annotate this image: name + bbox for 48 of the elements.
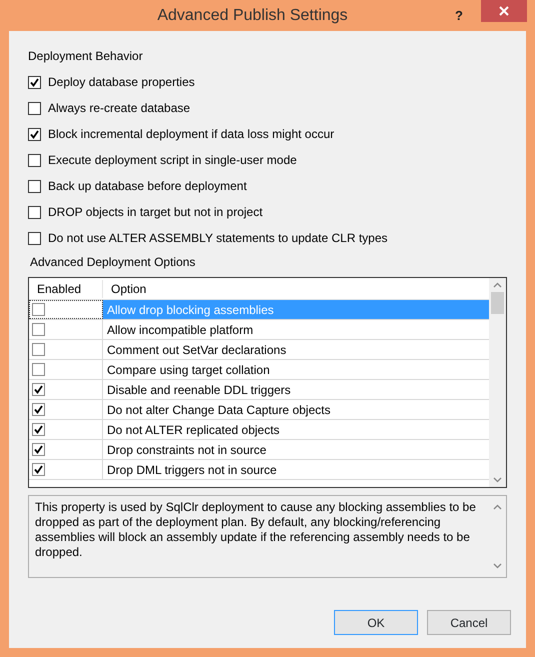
- option-cell[interactable]: Drop DML triggers not in source: [103, 460, 489, 479]
- checkbox[interactable]: [28, 128, 41, 140]
- ok-button[interactable]: OK: [334, 610, 418, 635]
- option-cell[interactable]: Do not ALTER replicated objects: [103, 420, 489, 439]
- description-text: This property is used by SqlClr deployment to cause any blocking assemblies to be dropped as part of the deployment plan. By default, any blocking/referencing assemblies will block an assembly update if the referencing assembly needs to be dropped.: [34, 499, 477, 561]
- checkbox[interactable]: [32, 363, 45, 376]
- checkbox[interactable]: [32, 443, 45, 456]
- checkbox-label[interactable]: Execute deployment script in single-user mode: [48, 151, 297, 169]
- close-icon[interactable]: [499, 6, 509, 16]
- scroll-up-icon[interactable]: [493, 282, 502, 288]
- column-header[interactable]: Option: [103, 280, 146, 298]
- scroll-down-icon: [493, 563, 502, 569]
- section-heading: Advanced Deployment Options: [30, 254, 196, 271]
- checkbox[interactable]: [32, 463, 45, 476]
- checkbox[interactable]: [32, 303, 45, 316]
- option-cell[interactable]: Comment out SetVar declarations: [103, 340, 489, 359]
- checkbox[interactable]: [32, 383, 45, 396]
- checkbox[interactable]: [28, 76, 41, 88]
- option-cell[interactable]: Allow incompatible platform: [103, 320, 489, 339]
- checkbox[interactable]: [28, 206, 41, 218]
- window-title: Advanced Publish Settings: [156, 6, 349, 26]
- checkbox-label[interactable]: Always re-create database: [48, 99, 190, 117]
- option-cell[interactable]: Drop constraints not in source: [103, 440, 489, 459]
- scroll-down-icon[interactable]: [493, 477, 502, 483]
- close-button[interactable]: [481, 0, 527, 22]
- checkbox[interactable]: [28, 180, 41, 192]
- scroll-thumb[interactable]: [491, 292, 504, 314]
- scrollbar[interactable]: [489, 278, 506, 487]
- checkbox-label[interactable]: Back up database before deployment: [48, 177, 247, 195]
- checkbox-label[interactable]: DROP objects in target but not in project: [48, 203, 263, 221]
- help-button[interactable]: ?: [445, 6, 473, 26]
- option-cell[interactable]: Disable and reenable DDL triggers: [103, 380, 489, 399]
- section-heading: Deployment Behavior: [28, 48, 144, 65]
- option-cell[interactable]: Compare using target collation: [103, 360, 489, 379]
- checkbox[interactable]: [28, 232, 41, 244]
- column-header[interactable]: Enabled: [29, 280, 103, 298]
- checkbox[interactable]: [32, 343, 45, 356]
- cancel-button[interactable]: Cancel: [427, 610, 511, 635]
- option-cell[interactable]: Do not alter Change Data Capture objects: [103, 400, 489, 419]
- checkbox-label[interactable]: Block incremental deployment if data loss might occur: [48, 125, 334, 143]
- checkbox[interactable]: [28, 102, 41, 114]
- checkbox[interactable]: [32, 403, 45, 416]
- checkbox-label[interactable]: Do not use ALTER ASSEMBLY statements to update CLR types: [48, 229, 388, 247]
- checkbox[interactable]: [32, 423, 45, 436]
- checkbox[interactable]: [32, 323, 45, 336]
- checkbox-label[interactable]: Deploy database properties: [48, 73, 195, 91]
- scroll-up-icon: [493, 504, 502, 510]
- checkbox[interactable]: [28, 154, 41, 166]
